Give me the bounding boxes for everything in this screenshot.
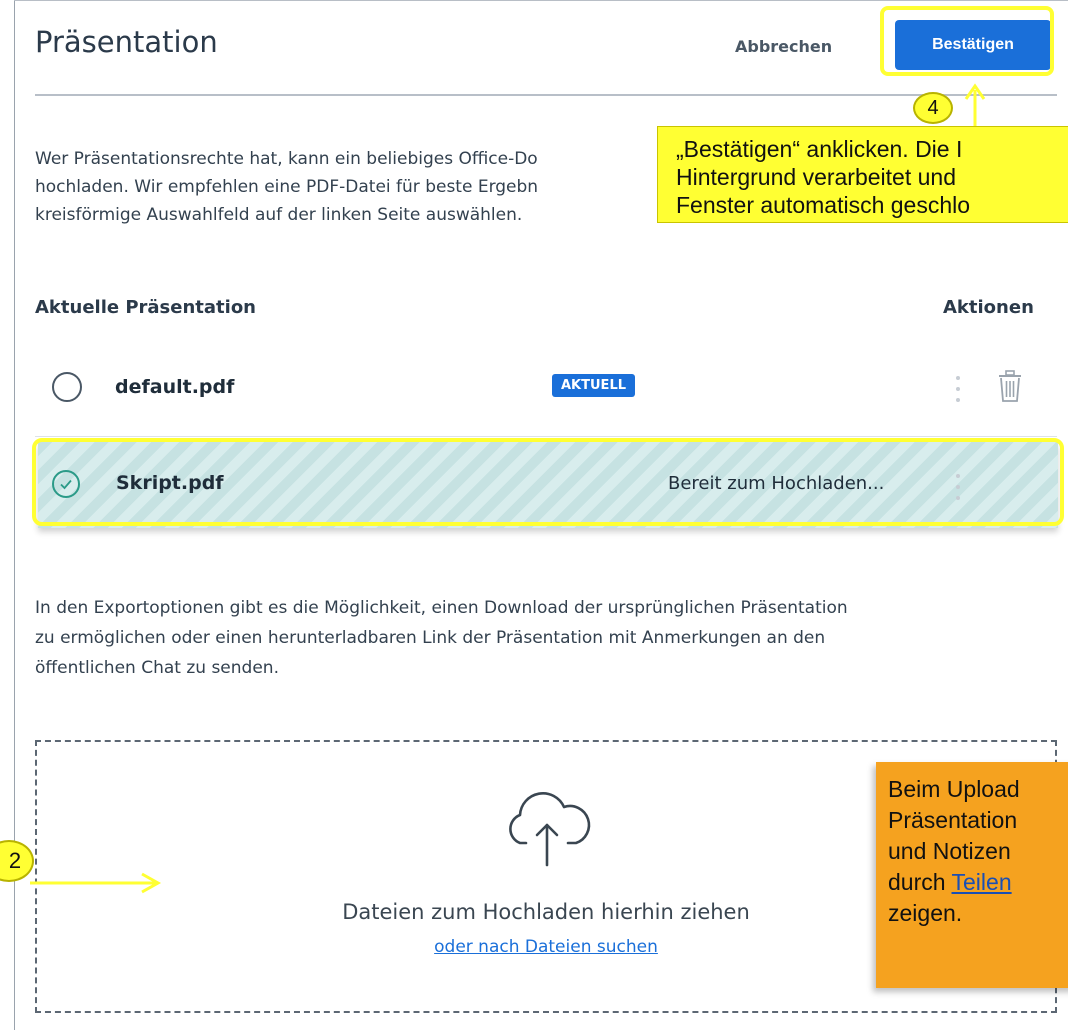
- trash-icon[interactable]: [998, 370, 1022, 402]
- selected-row-highlight: [32, 438, 1064, 526]
- page-title: Präsentation: [35, 25, 218, 59]
- current-badge: AKTUELL: [552, 374, 636, 397]
- confirm-button-highlight: [880, 6, 1054, 76]
- row-divider: [35, 436, 1057, 437]
- arrow-up-icon: [964, 83, 986, 128]
- export-note-line: In den Exportoptionen gibt es die Möglic…: [35, 598, 848, 618]
- callout-line: Hintergrund verarbeitet und: [676, 164, 956, 190]
- share-link[interactable]: Teilen: [952, 869, 1012, 895]
- select-radio[interactable]: [52, 372, 82, 402]
- upload-info-callout: Beim Upload Präsentation und Notizen dur…: [876, 762, 1068, 988]
- intro-line: hochladen. Wir empfehlen eine PDF-Datei …: [35, 177, 539, 197]
- callout-line: und Notizen: [888, 838, 1011, 864]
- callout-line: durch Teilen: [888, 867, 1068, 898]
- header-divider: [35, 94, 1057, 96]
- more-options-icon[interactable]: [956, 376, 962, 402]
- column-header-actions: Aktionen: [943, 297, 1034, 318]
- callout-line: „Bestätigen“ anklicken. Die I: [676, 136, 963, 162]
- column-header-current: Aktuelle Präsentation: [35, 297, 257, 318]
- export-note-line: öffentlichen Chat zu senden.: [35, 658, 279, 678]
- step-number-badge: 4: [913, 92, 953, 124]
- intro-line: kreisförmige Auswahlfeld auf der linken …: [35, 205, 523, 225]
- intro-line: Wer Präsentationsrechte hat, kann ein be…: [35, 149, 538, 169]
- arrow-right-icon: [30, 872, 162, 894]
- callout-line: Präsentation: [888, 807, 1018, 833]
- confirm-instruction-callout: „Bestätigen“ anklicken. Die I Hintergrun…: [657, 126, 1068, 223]
- export-note: In den Exportoptionen gibt es die Möglic…: [35, 593, 1060, 683]
- file-name: default.pdf: [115, 376, 235, 398]
- step-number-badge: 2: [0, 840, 34, 882]
- intro-text: Wer Präsentationsrechte hat, kann ein be…: [35, 145, 675, 229]
- presentation-row: default.pdf AKTUELL: [35, 356, 1057, 422]
- window-top-border: [14, 0, 1068, 1]
- callout-line: Fenster automatisch geschlo: [676, 192, 971, 218]
- callout-line: Beim Upload: [888, 776, 1020, 802]
- cloud-upload-icon: [509, 792, 591, 867]
- callout-line-text: durch: [888, 869, 952, 895]
- export-note-line: zu ermöglichen oder einen herunterladbar…: [35, 628, 826, 648]
- cancel-button[interactable]: Abbrechen: [735, 37, 832, 56]
- callout-line: zeigen.: [888, 900, 963, 926]
